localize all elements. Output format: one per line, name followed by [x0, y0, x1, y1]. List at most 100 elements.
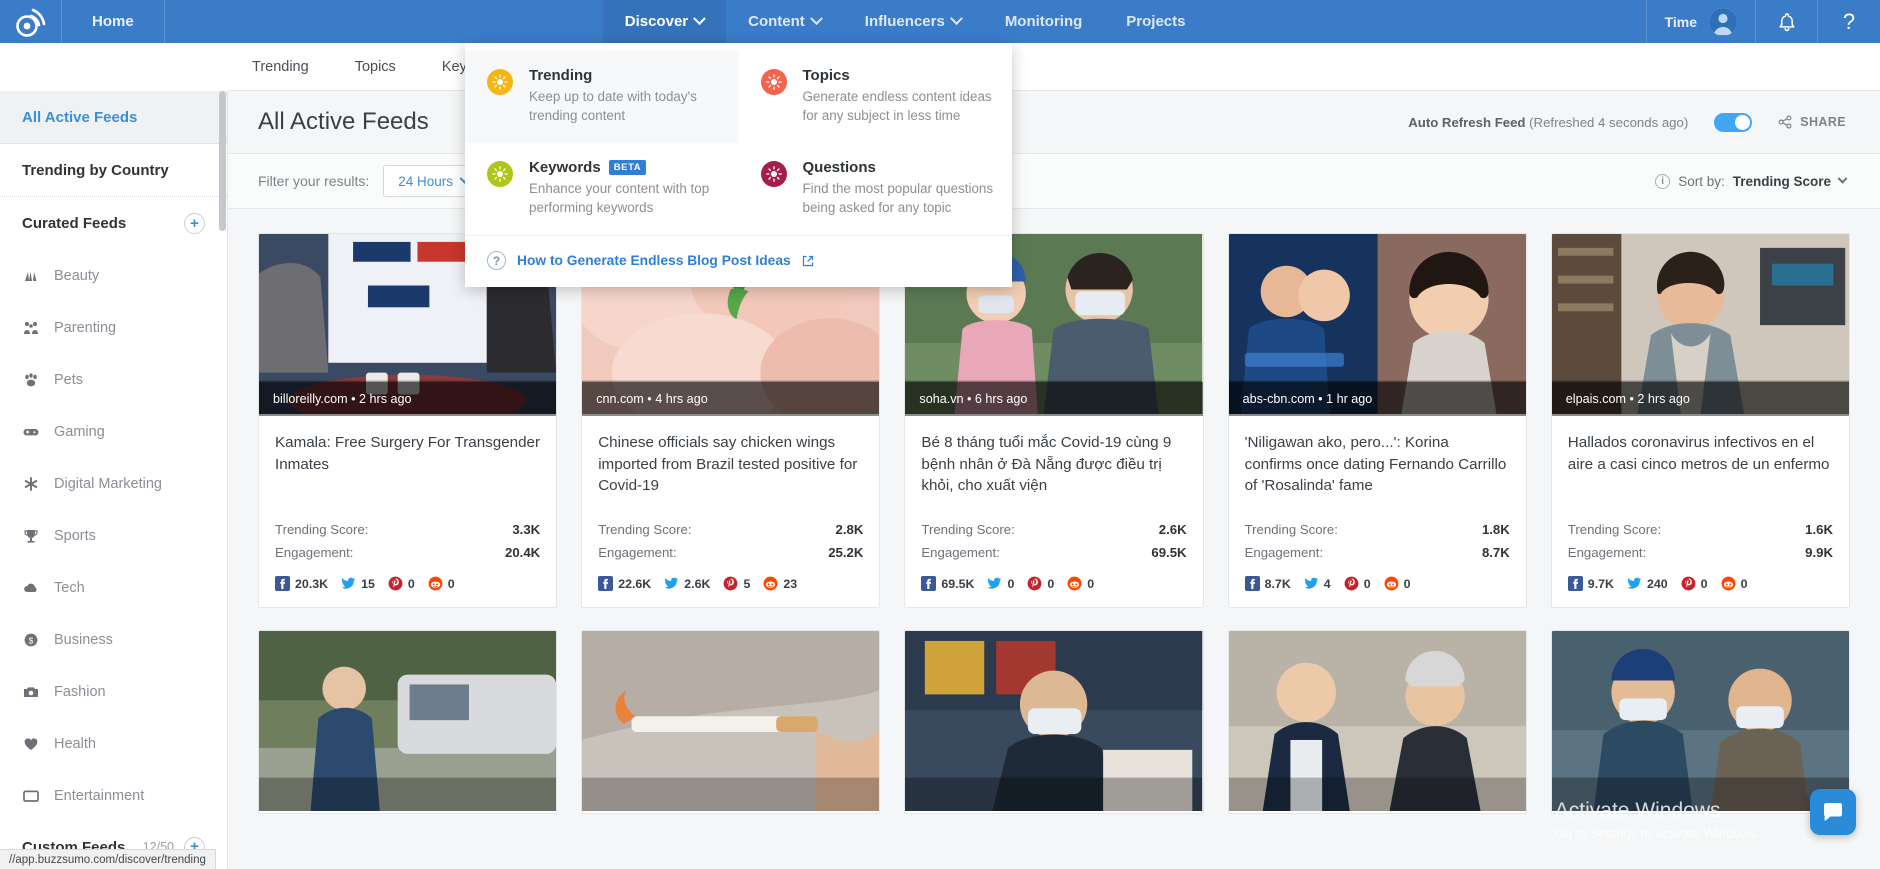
social-twitter: 240 [1627, 576, 1668, 591]
sidebar-item-entertainment[interactable]: Entertainment [0, 770, 227, 822]
avatar [1709, 7, 1737, 36]
sidebar-item-tech[interactable]: Tech [0, 562, 227, 614]
twitter-icon [1304, 577, 1318, 589]
dropdown-keywords-title: Keywords [529, 159, 601, 177]
nav-right-group: Time ? [1645, 0, 1880, 43]
sidebar-scrollbar[interactable] [219, 91, 226, 231]
feed-card[interactable] [258, 630, 558, 814]
social-twitter: 4 [1304, 576, 1331, 591]
nav-item-content[interactable]: Content [726, 0, 843, 43]
reddit-icon [763, 576, 778, 591]
nav-item-home[interactable]: Home [62, 0, 165, 43]
nav-item-discover[interactable]: Discover [602, 0, 727, 43]
dropdown-footer-link[interactable]: How to Generate Endless Blog Post Ideas [517, 253, 791, 268]
feed-card[interactable]: billoreilly.com • 2 hrs ago Kamala: Free… [258, 233, 558, 608]
card-title[interactable]: Chinese officials say chicken wings impo… [582, 416, 879, 508]
feed-card[interactable]: cnn.com • 4 hrs ago Chinese officials sa… [581, 233, 881, 608]
card-social-row: 69.5K 0 0 0 [905, 564, 1202, 607]
question-circle-icon: ? [487, 251, 506, 271]
twitter-icon [1627, 577, 1642, 589]
thumbnail-image-cigarette [582, 631, 880, 812]
card-stats: Trending Score: 2.8K Engagement: 25.2K [582, 508, 879, 564]
nav-item-monitoring[interactable]: Monitoring [983, 0, 1104, 43]
social-facebook: 20.3K [275, 576, 328, 591]
card-thumbnail: abs-cbn.com • 1 hr ago [1228, 234, 1526, 416]
card-title[interactable]: Bé 8 tháng tuổi mắc Covid-19 cùng 9 bệnh… [905, 416, 1202, 508]
reddit-icon [1384, 576, 1399, 591]
sidebar-item-gaming[interactable]: Gaming [0, 406, 227, 458]
card-source: cnn.com • 4 hrs ago [582, 382, 880, 416]
sidebar-section-curated-feeds: Curated Feeds + [0, 197, 227, 250]
logo-svg [15, 8, 45, 37]
plus-circle-icon[interactable]: + [184, 213, 205, 234]
share-button[interactable]: SHARE [1778, 115, 1846, 129]
dollar-circle-icon: $ [22, 632, 39, 648]
sidebar-item-trending-by-country[interactable]: Trending by Country [0, 144, 227, 197]
sidebar-item-pets[interactable]: Pets [0, 354, 227, 406]
sidebar-item-sports[interactable]: Sports [0, 510, 227, 562]
user-menu[interactable]: Time [1645, 0, 1756, 43]
card-source: billoreilly.com • 2 hrs ago [259, 382, 557, 416]
card-title[interactable]: 'Niligawan ako, pero...': Korina confirm… [1229, 416, 1526, 508]
card-title[interactable]: Kamala: Free Surgery For Transgender Inm… [259, 416, 556, 508]
dropdown-item-topics[interactable]: Topics Generate endless content ideas fo… [739, 51, 1013, 143]
card-trending-value: 3.3K [512, 522, 541, 537]
sidebar-item-health[interactable]: Health [0, 718, 227, 770]
dropdown-trending-title: Trending [529, 67, 593, 84]
dropdown-item-questions[interactable]: Questions Find the most popular question… [739, 143, 1013, 235]
card-trending-value: 1.6K [1805, 522, 1833, 537]
subnav-item-trending[interactable]: Trending [252, 59, 309, 75]
feed-card[interactable] [581, 630, 881, 814]
feed-card[interactable]: soha.vn • 6 hrs ago Bé 8 tháng tuổi mắc … [904, 233, 1204, 608]
makeup-brush-icon [22, 268, 39, 284]
feed-card[interactable] [1227, 630, 1527, 814]
discover-dropdown-menu: Trending Keep up to date with today's tr… [465, 43, 1012, 288]
social-pinterest: 5 [723, 576, 750, 591]
discover-dropdown-grid: Trending Keep up to date with today's tr… [465, 51, 1012, 235]
sidebar-item-all-active-feeds[interactable]: All Active Feeds [0, 91, 227, 144]
dropdown-questions-title: Questions [802, 159, 876, 177]
sidebar-item-business[interactable]: $ Business [0, 614, 227, 666]
social-reddit: 0 [428, 576, 455, 591]
feed-card[interactable]: abs-cbn.com • 1 hr ago 'Niligawan ako, p… [1227, 233, 1527, 608]
feed-card[interactable] [904, 630, 1204, 814]
dropdown-item-trending[interactable]: Trending Keep up to date with today's tr… [465, 51, 739, 144]
subnav-item-topics[interactable]: Topics [355, 59, 396, 75]
facebook-icon [1244, 576, 1260, 591]
card-trending-label: Trending Score: [921, 522, 1015, 537]
feed-card[interactable]: elpais.com • 2 hrs ago Hallados coronavi… [1550, 233, 1850, 608]
sidebar-item-fashion[interactable]: Fashion [0, 666, 227, 718]
sidebar-parenting-label: Parenting [54, 320, 117, 336]
camera-icon [22, 684, 39, 700]
filter-chip-label: 24 Hours [398, 173, 454, 189]
card-stats: Trending Score: 1.8K Engagement: 8.7K [1229, 508, 1526, 564]
dropdown-item-keywords[interactable]: Keywords BETA Enhance your content with … [465, 143, 739, 235]
buzzsumo-logo-icon[interactable] [0, 0, 62, 43]
social-facebook: 22.6K [598, 576, 651, 591]
browser-status-bar: //app.buzzsumo.com/discover/trending [0, 849, 216, 869]
card-trending-score-row: Trending Score: 1.8K [1245, 518, 1510, 541]
dropdown-trending-title-wrap: Trending [529, 67, 721, 84]
social-pinterest: 0 [1027, 576, 1054, 591]
feed-card[interactable] [1550, 630, 1850, 814]
auto-refresh-toggle[interactable] [1714, 112, 1753, 132]
nav-center-group: Discover Content Influencers Monitoring … [165, 0, 1646, 43]
notifications-button[interactable] [1756, 0, 1818, 43]
sidebar-item-beauty[interactable]: Beauty [0, 250, 227, 302]
sort-by-value: Trending Score [1732, 173, 1831, 189]
sidebar-item-parenting[interactable]: Parenting [0, 302, 227, 354]
card-stats: Trending Score: 2.6K Engagement: 69.5K [905, 508, 1202, 564]
sidebar-item-digital-marketing[interactable]: Digital Marketing [0, 458, 227, 510]
app-root: Home Discover Content Influencers Monito… [0, 0, 1880, 869]
social-facebook-value: 8.7K [1264, 576, 1291, 591]
card-title[interactable]: Hallados coronavirus infectivos en el ai… [1552, 416, 1849, 508]
nav-content-label: Content [748, 13, 805, 30]
sort-by-control[interactable]: i Sort by: Trending Score [1655, 173, 1848, 189]
facebook-icon [275, 576, 290, 591]
social-pinterest-value: 0 [1363, 576, 1371, 591]
help-button[interactable]: ? [1818, 0, 1880, 43]
nav-item-projects[interactable]: Projects [1104, 0, 1207, 43]
card-thumbnail: elpais.com • 2 hrs ago [1551, 234, 1849, 416]
nav-item-influencers[interactable]: Influencers [843, 0, 983, 43]
chat-support-button[interactable] [1810, 789, 1856, 835]
